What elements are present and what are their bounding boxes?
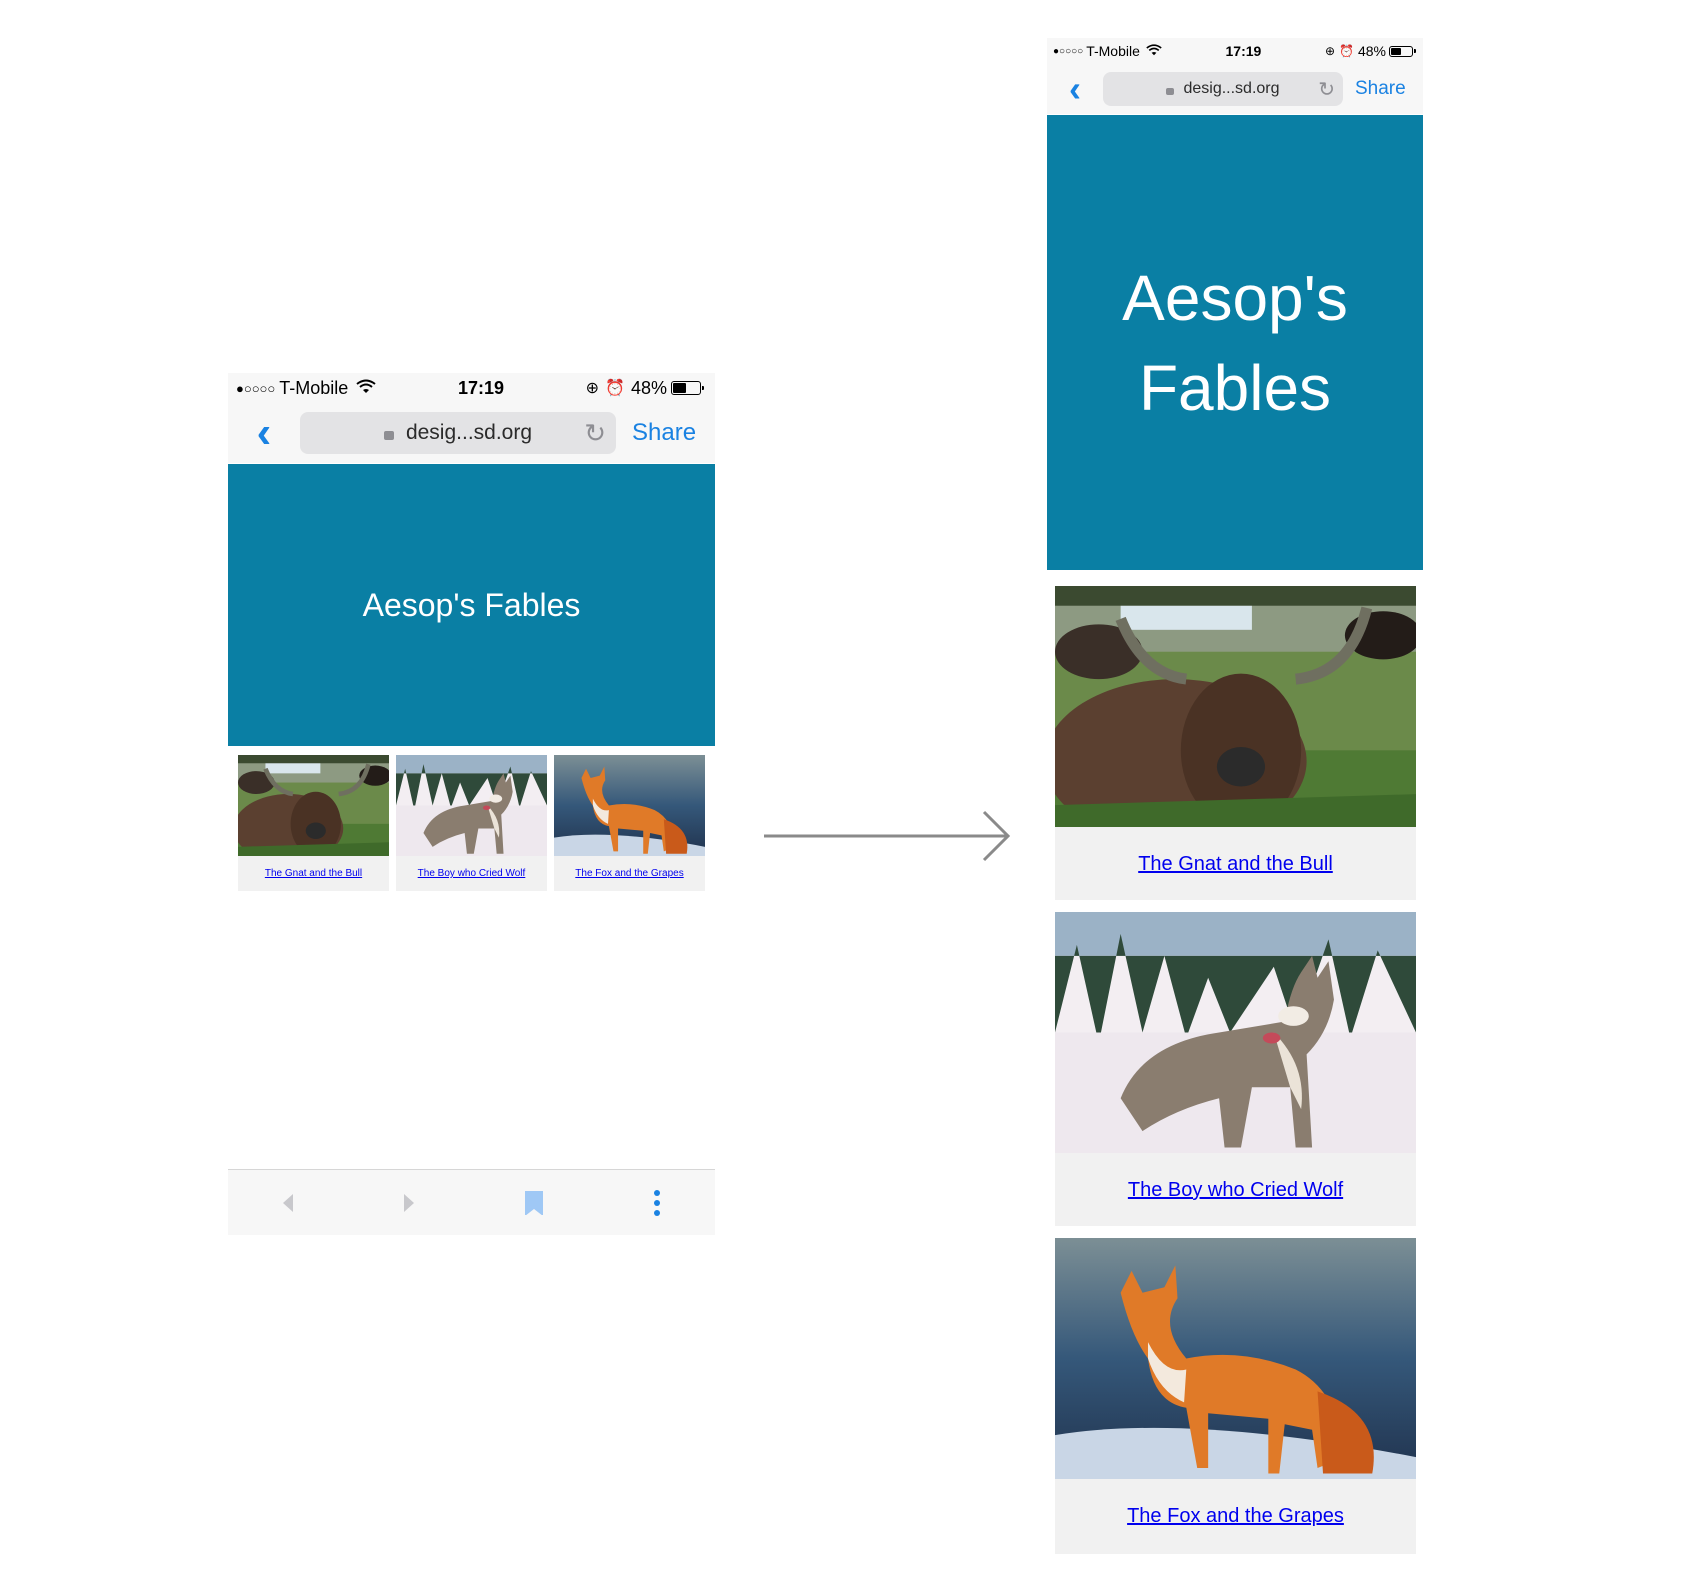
bull-image [238,755,389,856]
lock-icon [1166,87,1175,95]
clock: 17:19 [1225,43,1262,59]
battery-icon [670,381,704,395]
fox-image [554,755,705,856]
browser-navbar: ‹ desig...sd.org ↻ Share [228,403,715,463]
status-right: ⊕ ⏰ 48% [1325,43,1417,59]
carrier-label: T-Mobile [279,377,349,398]
fable-link[interactable]: The Boy who Cried Wolf [1055,1179,1416,1202]
fable-card: The Boy who Cried Wolf [396,755,547,891]
alarm-icon: ⏰ [1339,44,1354,58]
url-text: desig...sd.org [405,421,533,444]
reload-icon[interactable]: ↻ [1318,77,1335,102]
fable-link[interactable]: The Gnat and the Bull [1055,853,1416,876]
back-button[interactable]: ‹ [228,411,300,455]
hero-banner: Aesop's Fables [1047,115,1423,570]
fable-card: The Fox and the Grapes [554,755,705,891]
wolf-image [1055,912,1416,1153]
page-title-line-1: Aesop's [1122,261,1348,334]
rotation-lock-icon: ⊕ [585,380,600,397]
browser-toolbar [228,1169,715,1235]
status-left: ●○○○○ T-Mobile [1053,43,1162,59]
clock: 17:19 [457,377,504,398]
back-arrow-icon[interactable] [283,1193,294,1212]
battery-icon [1389,45,1416,57]
status-right: ⊕ ⏰ 48% [586,378,707,399]
reload-icon[interactable]: ↻ [584,418,606,449]
rotation-lock-icon: ⊕ [1324,44,1336,58]
bull-image [1055,586,1416,827]
alarm-icon: ⏰ [605,380,625,397]
lock-icon [383,431,394,440]
wifi-icon [356,378,376,399]
url-text: desig...sd.org [1183,80,1280,97]
status-bar: ●○○○○ T-Mobile 17:19 ⊕ ⏰ 48% [1047,38,1423,64]
forward-arrow-icon[interactable] [404,1193,415,1212]
bookmark-icon[interactable] [524,1190,543,1216]
address-bar[interactable]: desig...sd.org ↻ [300,412,616,454]
fable-link[interactable]: The Gnat and the Bull [238,868,389,879]
page-title: Aesop's Fables [362,586,581,623]
hero-banner: Aesop's Fables [228,464,715,746]
fable-card: The Gnat and the Bull [1055,586,1416,900]
right-phone: ●○○○○ T-Mobile 17:19 ⊕ ⏰ 48% ‹ desig...s… [1047,38,1423,1556]
wifi-icon [1146,43,1162,59]
fox-image [1055,1238,1416,1479]
fable-link[interactable]: The Fox and the Grapes [1055,1505,1416,1528]
left-phone: ●○○○○ T-Mobile 17:19 ⊕ ⏰ 48% ‹ desig...s… [228,373,715,1235]
signal-icon: ●○○○○ [1053,45,1084,57]
battery-percent: 48% [1357,43,1386,59]
share-button[interactable]: Share [632,419,696,447]
fable-link[interactable]: The Fox and the Grapes [554,868,705,879]
address-bar[interactable]: desig...sd.org ↻ [1103,72,1343,106]
status-left: ●○○○○ T-Mobile [236,378,376,399]
fable-card: The Fox and the Grapes [1055,1238,1416,1554]
share-button[interactable]: Share [1355,78,1406,100]
browser-navbar: ‹ desig...sd.org ↻ Share [1047,64,1423,114]
fable-card: The Gnat and the Bull [238,755,389,891]
carrier-label: T-Mobile [1086,43,1140,59]
status-bar: ●○○○○ T-Mobile 17:19 ⊕ ⏰ 48% [228,373,715,403]
page-title-line-2: Fables [1138,351,1332,424]
more-icon[interactable] [653,1189,660,1216]
back-button[interactable]: ‹ [1047,71,1103,107]
fable-card: The Boy who Cried Wolf [1055,912,1416,1226]
transition-arrow [764,810,1011,862]
wolf-image [396,755,547,856]
battery-percent: 48% [630,377,667,398]
fable-link[interactable]: The Boy who Cried Wolf [396,868,547,879]
signal-icon: ●○○○○ [236,380,276,396]
